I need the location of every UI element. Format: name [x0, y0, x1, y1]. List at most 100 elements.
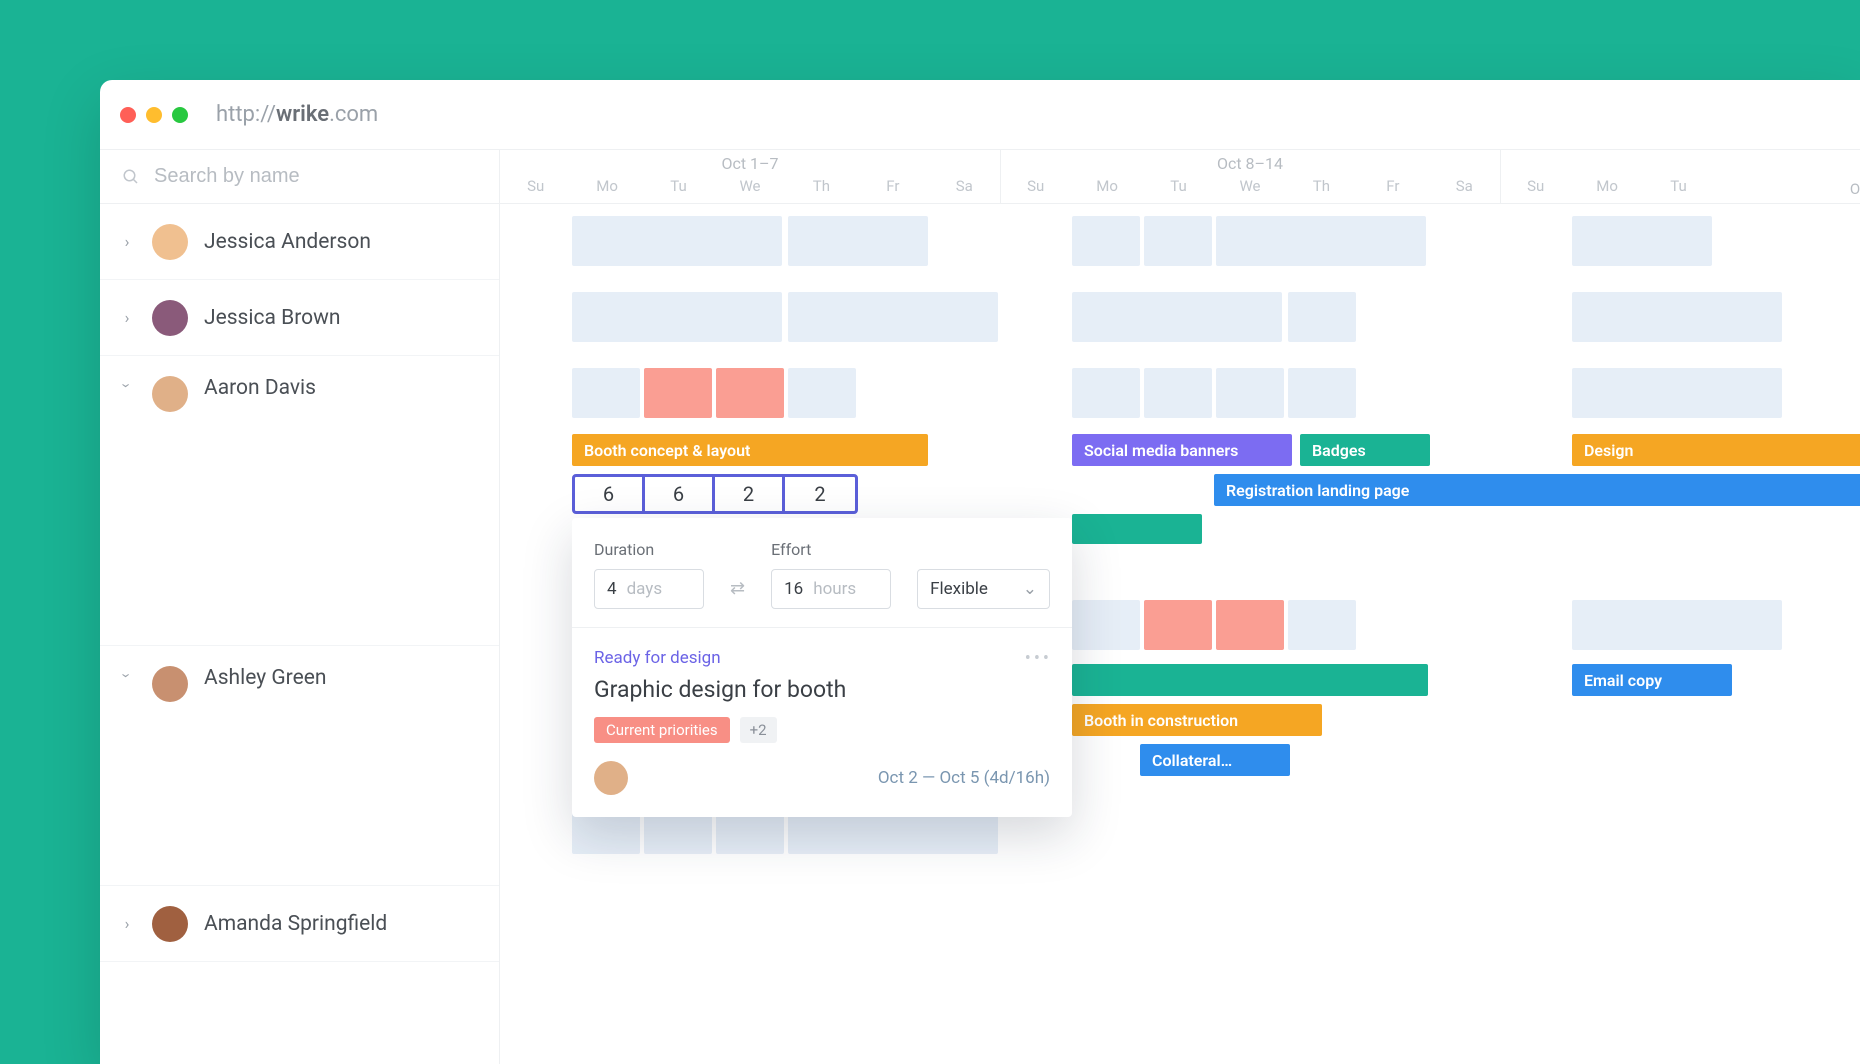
- mode-select[interactable]: Flexible ⌄: [917, 569, 1050, 609]
- person-name: Jessica Anderson: [204, 230, 371, 254]
- workload-block[interactable]: [572, 216, 782, 266]
- person-row-jessica-anderson[interactable]: › Jessica Anderson: [100, 204, 499, 280]
- mode-value: Flexible: [930, 579, 988, 599]
- task-design[interactable]: Design: [1572, 434, 1860, 466]
- effort-value: 16: [784, 579, 803, 599]
- hour-cell[interactable]: 6: [575, 477, 645, 511]
- close-window-button[interactable]: [120, 107, 136, 123]
- workload-block[interactable]: [572, 368, 640, 418]
- workload-block[interactable]: [1216, 216, 1426, 266]
- chevron-right-icon: ›: [118, 308, 136, 327]
- avatar: [152, 300, 188, 336]
- hour-cell[interactable]: 6: [645, 477, 715, 511]
- overload-block[interactable]: [716, 368, 784, 418]
- workload-block[interactable]: [572, 292, 782, 342]
- task-status[interactable]: Ready for design: [594, 648, 1050, 668]
- day-header: Mo: [1571, 177, 1642, 199]
- workload-block[interactable]: [1288, 600, 1356, 650]
- avatar: [152, 666, 188, 702]
- day-header: Su: [1000, 177, 1071, 199]
- sidebar: › Jessica Anderson › Jessica Brown › Aar…: [100, 150, 500, 1064]
- workload-block[interactable]: [788, 368, 856, 418]
- more-menu-icon[interactable]: •••: [1025, 648, 1052, 669]
- day-header: Tu: [1143, 177, 1214, 199]
- task-social-banners[interactable]: Social media banners: [1072, 434, 1292, 466]
- workload-block[interactable]: [788, 216, 928, 266]
- maximize-window-button[interactable]: [172, 107, 188, 123]
- day-header: We: [714, 177, 785, 199]
- tag-current-priorities[interactable]: Current priorities: [594, 717, 730, 743]
- chevron-down-icon: ⌄: [1023, 579, 1037, 599]
- overload-block[interactable]: [1144, 600, 1212, 650]
- duration-value: 4: [607, 579, 617, 599]
- day-header: Sa: [929, 177, 1000, 199]
- day-header: Mo: [1071, 177, 1142, 199]
- workload-block[interactable]: [1572, 600, 1782, 650]
- workload-block[interactable]: [1072, 368, 1140, 418]
- week-label: Oct 1–7: [721, 154, 778, 173]
- window-controls: [120, 107, 188, 123]
- overload-block[interactable]: [1216, 600, 1284, 650]
- duration-label: Duration: [594, 540, 704, 559]
- effort-input[interactable]: 16 hours: [771, 569, 891, 609]
- search-row: [100, 150, 499, 204]
- workload-block[interactable]: [1288, 368, 1356, 418]
- task-registration[interactable]: Registration landing page: [1214, 474, 1860, 506]
- workload-block[interactable]: [1288, 292, 1356, 342]
- chevron-right-icon: ›: [118, 232, 136, 251]
- workload-block[interactable]: [1072, 600, 1140, 650]
- task-block[interactable]: [1072, 664, 1428, 696]
- task-block[interactable]: [1072, 514, 1202, 544]
- timeline[interactable]: Oct 1–7 Oct 8–14 SuMoTuWeThFrSaSuMoTuWeT…: [500, 150, 1860, 1064]
- workload-block[interactable]: [788, 292, 998, 342]
- person-name: Jessica Brown: [204, 306, 340, 330]
- task-popup: Duration 4 days ⇄ Effort 16 hours: [572, 518, 1072, 817]
- date-range: Oct 2 — Oct 5 (4d/16h): [878, 768, 1050, 788]
- tag-more[interactable]: +2: [740, 717, 777, 743]
- person-name: Ashley Green: [204, 666, 326, 690]
- chevron-down-icon: ›: [118, 377, 137, 395]
- chevron-right-icon: ›: [118, 914, 136, 933]
- person-row-ashley-green[interactable]: › Ashley Green: [100, 646, 499, 886]
- task-booth-construction[interactable]: Booth in construction: [1072, 704, 1322, 736]
- avatar: [152, 224, 188, 260]
- person-row-jessica-brown[interactable]: › Jessica Brown: [100, 280, 499, 356]
- task-collateral[interactable]: Collateral…: [1140, 744, 1290, 776]
- overload-block[interactable]: [644, 368, 712, 418]
- workload-block[interactable]: [1072, 292, 1282, 342]
- minimize-window-button[interactable]: [146, 107, 162, 123]
- workload-block[interactable]: [1572, 216, 1712, 266]
- assignee-avatar[interactable]: [594, 761, 628, 795]
- url-prefix: http://: [216, 102, 276, 127]
- workload-block[interactable]: [1572, 292, 1782, 342]
- address-bar[interactable]: http://wrike.com: [216, 102, 378, 127]
- chevron-down-icon: ›: [118, 667, 137, 685]
- calendar-header: Oct 1–7 Oct 8–14 SuMoTuWeThFrSaSuMoTuWeT…: [500, 150, 1860, 204]
- hour-cell[interactable]: 2: [715, 477, 785, 511]
- hour-cell[interactable]: 2: [785, 477, 855, 511]
- day-header: Sa: [1429, 177, 1500, 199]
- browser-window: http://wrike.com › Jessica Anderson › Je…: [100, 80, 1860, 1064]
- person-row-amanda-springfield[interactable]: › Amanda Springfield: [100, 886, 499, 962]
- workload-block[interactable]: [1216, 368, 1284, 418]
- task-booth-concept[interactable]: Booth concept & layout: [572, 434, 928, 466]
- week-label: Oct 8–14: [1217, 154, 1283, 173]
- duration-unit: days: [627, 579, 663, 599]
- task-badges[interactable]: Badges: [1300, 434, 1430, 466]
- effort-unit: hours: [813, 579, 856, 599]
- workload-block[interactable]: [1144, 368, 1212, 418]
- link-icon: ⇄: [730, 578, 745, 599]
- search-input[interactable]: [154, 165, 477, 188]
- day-header: Fr: [1357, 177, 1428, 199]
- workload-block[interactable]: [1072, 216, 1140, 266]
- day-header: Mo: [571, 177, 642, 199]
- person-row-aaron-davis[interactable]: › Aaron Davis: [100, 356, 499, 646]
- person-name: Amanda Springfield: [204, 912, 387, 936]
- effort-label: Effort: [771, 540, 891, 559]
- task-email-copy[interactable]: Email copy: [1572, 664, 1732, 696]
- hours-editor[interactable]: 6 6 2 2: [572, 474, 858, 514]
- day-header: We: [1214, 177, 1285, 199]
- workload-block[interactable]: [1144, 216, 1212, 266]
- workload-block[interactable]: [1572, 368, 1782, 418]
- duration-input[interactable]: 4 days: [594, 569, 704, 609]
